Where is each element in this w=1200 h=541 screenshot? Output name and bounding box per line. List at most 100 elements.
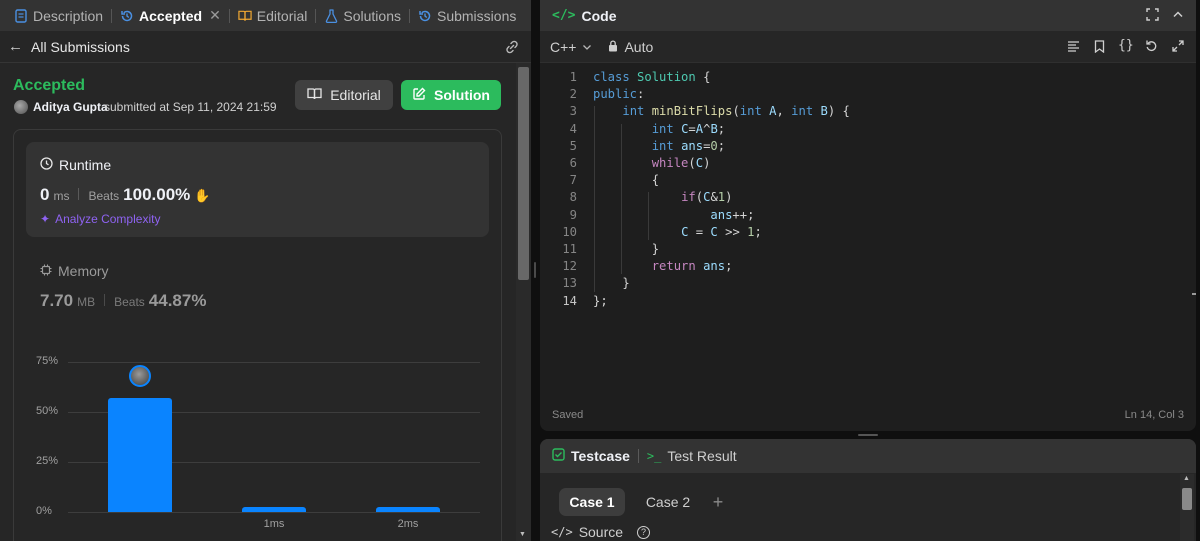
tab-divider [111,8,113,23]
help-icon[interactable]: ? [637,525,651,539]
indent-guide [621,123,622,275]
all-submissions-link[interactable]: All Submissions [31,39,130,55]
expand-icon[interactable] [1172,39,1184,55]
line-number: 9 [569,207,577,222]
language-select[interactable]: C++ [550,39,592,55]
tab-editorial[interactable]: Editorial [232,0,314,31]
code-line[interactable]: if(C&1) [593,190,732,204]
resizer-grip[interactable] [534,262,536,278]
panel-resizer[interactable] [531,0,540,541]
runtime-beats-label: Beats [88,189,120,203]
braces-icon[interactable]: {} [1118,38,1134,53]
code-line[interactable]: int ans=0; [593,139,725,153]
stat-divider [104,294,106,306]
tab-solutions[interactable]: Solutions [318,0,407,31]
submitter-name[interactable]: Aditya Gupta [33,100,108,114]
cursor-position: Ln 14, Col 3 [1124,408,1184,421]
horizontal-resizer[interactable] [540,431,1196,439]
tab-test-result[interactable]: >_ Test Result [647,448,737,464]
tab-label: Accepted [139,7,203,24]
bookmark-icon[interactable] [1094,40,1105,56]
submission-subheader: ← All Submissions [0,31,531,63]
testcase-panel: Testcase >_ Test Result Case 1 Case 2 + … [540,439,1196,541]
mode-label: Auto [624,38,654,55]
avatar[interactable] [14,100,28,114]
chevron-up-icon[interactable] [1172,8,1184,24]
document-icon [14,8,28,23]
chart-gridline [68,362,480,363]
line-number: 8 [569,190,577,205]
runtime-unit: ms [53,189,70,203]
scroll-down-arrow-icon[interactable]: ▼ [519,531,526,538]
line-number: 10 [562,224,577,239]
runtime-card[interactable]: Runtime 0 ms Beats 100.00% ✋ ✦ Analyze C… [26,142,489,237]
code-line[interactable]: while(C) [593,156,711,170]
checkbox-icon [552,448,565,464]
code-line[interactable]: { [593,173,659,187]
clock-icon [40,157,53,173]
link-icon[interactable] [504,39,520,58]
case-2-tab[interactable]: Case 2 [635,488,701,516]
tab-accepted[interactable]: Accepted ✕ [114,0,227,31]
code-line[interactable]: } [593,242,659,256]
tab-label: Solutions [343,7,401,24]
code-icon: </> [552,8,576,23]
fullscreen-icon[interactable] [1146,8,1159,24]
code-line[interactable]: return ans; [593,259,733,273]
memory-stats: 7.70 MB Beats 44.87% [40,291,206,311]
solution-button[interactable]: Solution [401,80,501,110]
code-header: </> Code [540,0,1196,31]
close-icon[interactable]: ✕ [209,7,221,24]
scrollbar-thumb[interactable] [518,67,529,280]
left-scrollbar[interactable]: ▼ [516,63,531,541]
scroll-up-arrow-icon[interactable]: ▲ [1183,475,1190,482]
resizer-grip[interactable] [858,434,878,436]
code-toolbar: C++ Auto {} [540,31,1196,63]
code-line[interactable]: int C=A^B; [593,122,725,136]
chart-bar[interactable] [376,507,440,512]
memory-title: Memory [58,263,109,279]
tab-description[interactable]: Description [8,0,109,31]
scrollbar-thumb[interactable] [1182,488,1192,510]
code-line[interactable]: class Solution { [593,70,710,84]
solution-button-label: Solution [434,87,490,103]
line-number: 5 [569,138,577,153]
code-line[interactable]: C = C >> 1; [593,225,762,239]
add-case-button[interactable]: + [705,488,731,516]
code-editor[interactable]: 1 2 3 4 5 6 7 8 9 10 11 12 13 14 class Solution {publ… [540,63,1196,398]
chart-bar[interactable] [108,398,172,512]
saved-status: Saved [552,408,584,421]
analyze-complexity-link[interactable]: ✦ Analyze Complexity [40,212,160,226]
format-icon[interactable] [1067,40,1080,56]
code-footer: Saved Ln 14, Col 3 [540,398,1196,431]
code-line[interactable]: int minBitFlips(int A, int B) { [593,104,850,118]
line-number: 13 [562,276,577,291]
lock-icon [608,39,618,55]
line-number: 6 [569,156,577,170]
back-arrow-icon[interactable]: ← [8,38,23,55]
sparkle-icon: ✦ [40,212,51,226]
indent-guide [648,192,649,240]
editorial-button[interactable]: Editorial [295,80,393,110]
submission-status: Accepted [13,77,86,94]
testcase-scrollbar[interactable]: ▲ [1180,474,1194,541]
code-line[interactable]: public: [593,87,644,101]
memory-header[interactable]: Memory [40,263,109,279]
code-line[interactable]: }; [593,294,608,308]
reset-icon[interactable] [1145,39,1158,55]
code-line[interactable]: ans++; [593,208,754,222]
history-icon [418,9,432,23]
tab-submissions[interactable]: Submissions [412,0,522,31]
tab-testcase[interactable]: Testcase [552,448,630,464]
user-avatar-marker[interactable] [129,365,151,387]
case-1-tab[interactable]: Case 1 [559,488,625,516]
line-number: 7 [569,173,577,188]
line-number: 11 [562,242,577,256]
code-line[interactable]: } [593,276,629,290]
source-toggle[interactable]: </> Source ? [551,524,651,540]
memory-value: 7.70 [40,291,74,310]
chart-bar[interactable] [242,507,306,512]
mode-select[interactable]: Auto [608,39,653,55]
memory-unit: MB [77,295,96,309]
code-panel: </> Code C++ Auto {} 1 2 3 4 5 6 7 8 9 10 11 12 13 14… [540,0,1196,431]
